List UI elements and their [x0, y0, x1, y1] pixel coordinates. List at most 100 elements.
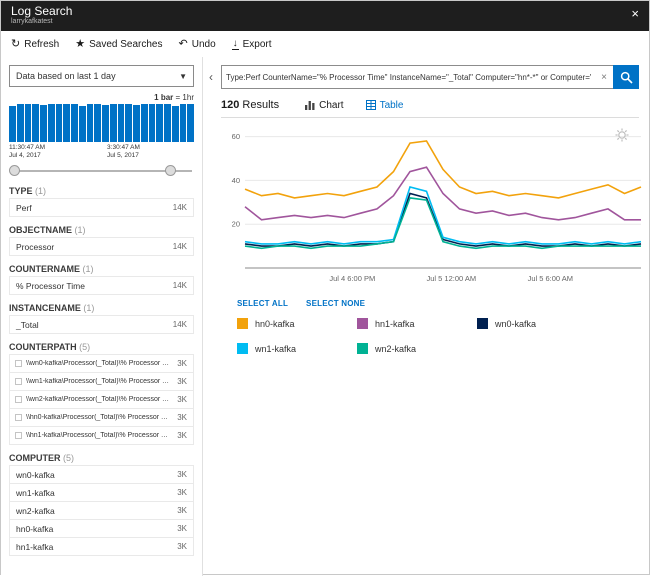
search-icon	[620, 71, 633, 84]
facet-title: INSTANCENAME (1)	[9, 303, 95, 314]
facet-row[interactable]: wn0-kafka 3K	[9, 465, 194, 485]
histogram-bar[interactable]	[78, 105, 86, 142]
chart-settings-gear-icon[interactable]	[615, 128, 629, 147]
histogram-bar[interactable]	[71, 104, 78, 142]
undo-icon: ↶	[178, 37, 188, 50]
facet-label: \\wn2-kafka\Processor(_Total)\% Processo…	[26, 396, 178, 404]
histogram-bar[interactable]	[16, 104, 24, 142]
tab-table[interactable]: Table	[365, 100, 403, 111]
collapse-sidebar-icon[interactable]: ‹	[209, 70, 221, 84]
facet-checkbox[interactable]	[15, 378, 22, 386]
slider-handle-right[interactable]	[164, 165, 176, 177]
facet-checkbox[interactable]	[15, 432, 22, 440]
facet-row[interactable]: _Total 14K	[9, 315, 194, 335]
facet-count: 3K	[177, 395, 187, 405]
search-input[interactable]	[221, 65, 596, 89]
facet-row[interactable]: \\hn1-kafka\Processor(_Total)\% Processo…	[9, 426, 194, 446]
histogram-bar[interactable]	[47, 104, 55, 142]
chevron-down-icon: ▼	[179, 71, 187, 81]
facet-row[interactable]: Perf 14K	[9, 198, 194, 218]
time-start-label: 11:30:47 AM Jul 4, 2017	[9, 144, 46, 160]
legend-label: hn0-kafka	[255, 318, 295, 329]
histogram-bar[interactable]	[102, 104, 109, 142]
time-scope-dropdown[interactable]: Data based on last 1 day ▼	[9, 65, 194, 87]
select-none-link[interactable]: SELECT NONE	[306, 299, 365, 308]
facet-checkbox[interactable]	[15, 396, 22, 404]
close-icon[interactable]: ×	[631, 7, 639, 20]
histogram-bar[interactable]	[164, 104, 171, 142]
legend-item[interactable]: hn0-kafka	[237, 318, 357, 329]
histogram-bar[interactable]	[40, 105, 47, 142]
facet-count: 14K	[172, 242, 187, 252]
facet-label: wn2-kafka	[16, 505, 55, 516]
legend-controls: SELECT ALL SELECT NONE	[237, 299, 639, 308]
saved-searches-button[interactable]: ★ Saved Searches	[75, 38, 162, 50]
tab-chart[interactable]: Chart	[305, 100, 344, 111]
facet-checkbox[interactable]	[15, 414, 22, 422]
legend-item[interactable]: wn0-kafka	[477, 318, 597, 329]
view-tabs: Chart Table	[305, 100, 403, 111]
histogram-bar[interactable]	[24, 104, 32, 142]
facet-row[interactable]: Processor 14K	[9, 237, 194, 257]
facet-row[interactable]: wn1-kafka 3K	[9, 483, 194, 503]
histogram-bar[interactable]	[125, 104, 132, 142]
histogram-bar[interactable]	[86, 104, 94, 142]
select-all-link[interactable]: SELECT ALL	[237, 299, 288, 308]
histogram-bar[interactable]	[109, 104, 117, 142]
facet-count: 3K	[177, 542, 187, 552]
histogram-bar[interactable]	[117, 104, 125, 142]
refresh-button[interactable]: ↻ Refresh	[11, 37, 59, 50]
facet-row[interactable]: \\wn2-kafka\Processor(_Total)\% Processo…	[9, 390, 194, 410]
slider-handle-left[interactable]	[9, 165, 20, 177]
svg-text:60: 60	[232, 132, 240, 141]
facet-section-countername: COUNTERNAME (1) % Processor Time 14K	[9, 264, 194, 296]
facet-section-objectname: OBJECTNAME (1) Processor 14K	[9, 225, 194, 257]
results-chart[interactable]: 20 40 60 Jul 4 6:00 PM Jul 5 12:00 AM Jul 5 6…	[221, 120, 647, 292]
facet-checkbox[interactable]	[15, 360, 22, 368]
legend-swatch	[477, 318, 488, 329]
search-button[interactable]	[613, 65, 639, 89]
histogram-bar[interactable]	[179, 104, 187, 142]
legend-label: wn2-kafka	[375, 343, 417, 354]
facet-row[interactable]: \\wn1-kafka\Processor(_Total)\% Processo…	[9, 372, 194, 392]
facet-row[interactable]: % Processor Time 14K	[9, 276, 194, 296]
histogram-bar[interactable]	[32, 104, 39, 142]
svg-text:Jul 5 6:00 AM: Jul 5 6:00 AM	[528, 274, 573, 283]
results-header: 120 Results Chart Table	[221, 99, 639, 111]
histogram-bar[interactable]	[63, 104, 70, 142]
table-icon	[365, 100, 376, 110]
legend-item[interactable]: wn2-kafka	[357, 343, 477, 354]
time-range-labels: 11:30:47 AM Jul 4, 2017 3:30:47 AM Jul 5…	[9, 144, 194, 160]
legend-item[interactable]: hn1-kafka	[357, 318, 477, 329]
histogram-bar[interactable]	[9, 105, 16, 142]
histogram-bar[interactable]	[171, 105, 179, 142]
log-search-window: { "window": { "title": "Log Search", "su…	[0, 0, 650, 576]
histogram-bar[interactable]	[94, 104, 101, 142]
histogram-bar[interactable]	[140, 104, 148, 142]
facet-row[interactable]: wn2-kafka 3K	[9, 501, 194, 521]
histogram-bar[interactable]	[187, 104, 194, 142]
facet-label: \\wn1-kafka\Processor(_Total)\% Processo…	[26, 378, 178, 386]
facet-section-computer: COMPUTER (5) wn0-kafka 3K wn1-kafka 3K wn2-ka…	[9, 453, 194, 557]
histogram-bar[interactable]	[156, 104, 163, 142]
facet-label: Perf	[16, 202, 32, 213]
undo-button[interactable]: ↶ Undo	[178, 37, 216, 50]
export-button[interactable]: ↓ Export	[231, 38, 272, 50]
facet-label: wn1-kafka	[16, 487, 55, 498]
facet-title: COUNTERNAME (1)	[9, 264, 94, 275]
facet-row[interactable]: \\hn0-kafka\Processor(_Total)\% Processo…	[9, 408, 194, 428]
facet-label: hn0-kafka	[16, 523, 54, 534]
facet-row[interactable]: hn0-kafka 3K	[9, 519, 194, 539]
histogram-bar[interactable]	[148, 104, 156, 142]
svg-text:Jul 5 12:00 AM: Jul 5 12:00 AM	[426, 274, 476, 283]
svg-text:20: 20	[232, 220, 240, 229]
histogram-bar[interactable]	[133, 105, 140, 142]
clear-search-icon[interactable]: ×	[595, 65, 613, 89]
legend-item[interactable]: wn1-kafka	[237, 343, 357, 354]
facet-row[interactable]: \\wn0-kafka\Processor(_Total)\% Processo…	[9, 354, 194, 374]
refresh-icon: ↻	[11, 37, 21, 50]
histogram-bar[interactable]	[55, 104, 63, 142]
facet-row[interactable]: hn1-kafka 3K	[9, 537, 194, 557]
facet-count: 14K	[172, 281, 187, 291]
bar-chart-icon	[305, 101, 315, 110]
